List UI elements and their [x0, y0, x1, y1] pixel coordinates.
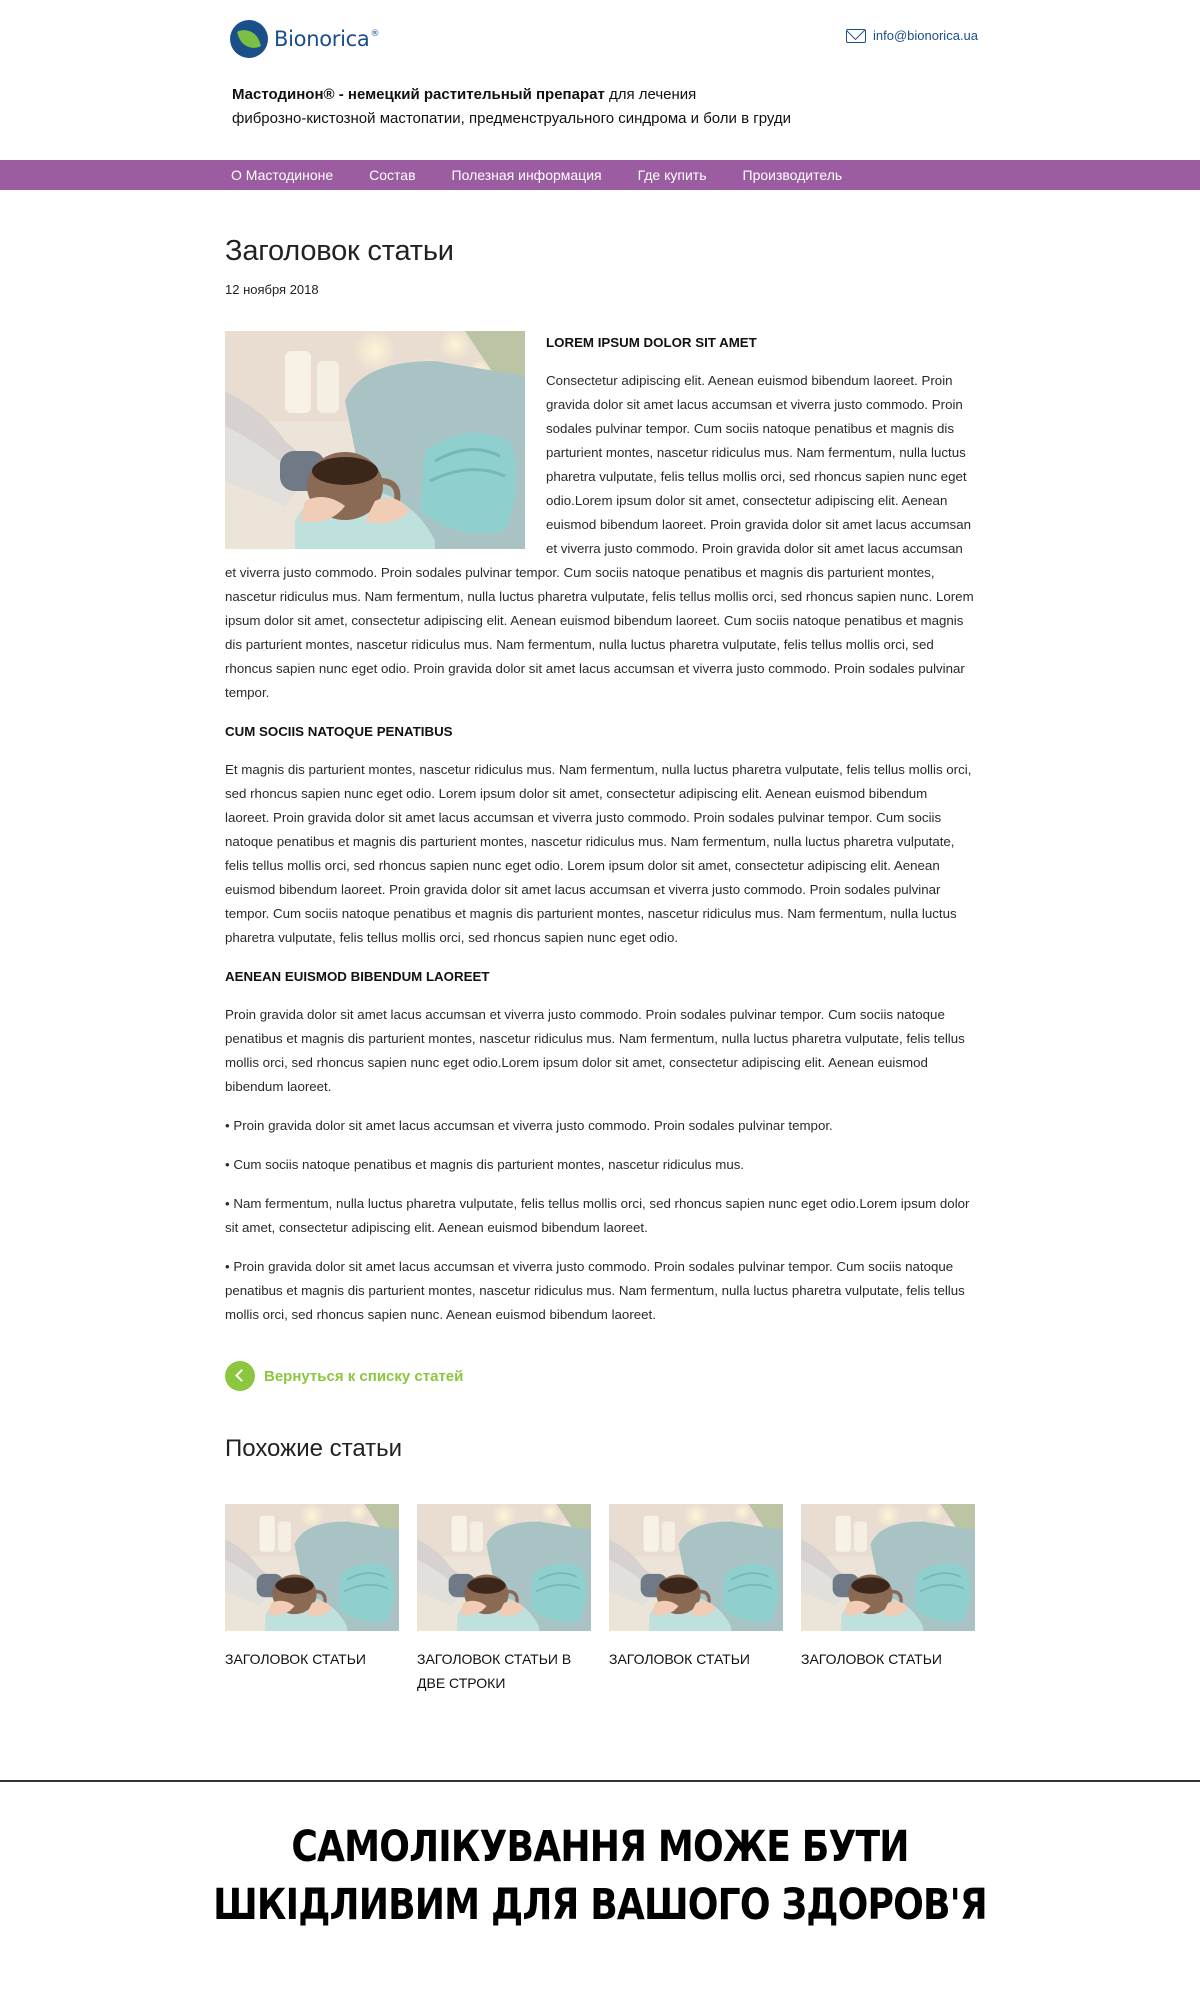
related-article-card[interactable]: Заголовок статьи — [801, 1504, 975, 1695]
back-to-articles-link[interactable]: Вернуться к списку статей — [225, 1361, 975, 1391]
header-tagline: Мастодинон® - немецкий растительный преп… — [232, 83, 952, 131]
section-heading: CUM SOCIIS NATOQUE PENATIBUS — [225, 724, 453, 739]
back-link-label: Вернуться к списку статей — [264, 1367, 464, 1385]
brand-logo[interactable]: Bionorica® — [230, 20, 379, 58]
contact-email-link[interactable]: info@bionorica.ua — [846, 28, 978, 43]
related-article-thumbnail[interactable] — [225, 1504, 399, 1631]
bullet-item: • Cum sociis natoque penatibus et magnis… — [225, 1157, 745, 1172]
tagline-bold: Мастодинон® - немецкий растительный преп… — [232, 86, 605, 103]
nav-item-about[interactable]: О Мастодиноне — [231, 167, 333, 183]
related-article-card[interactable]: Заголовок статьи в две строки — [417, 1504, 591, 1695]
article-main-image — [225, 331, 525, 549]
related-articles-title: Похожие статьи — [225, 1435, 403, 1462]
section-heading: AENEAN EUISMOD BIBENDUM LAOREET — [225, 969, 490, 984]
nav-item-where-to-buy[interactable]: Где купить — [638, 167, 707, 183]
warning-line-2: ШКІДЛИВИМ ДЛЯ ВАШОГО ЗДОРОВ'Я — [213, 1880, 988, 1930]
related-article-thumbnail[interactable] — [417, 1504, 591, 1631]
article-paragraph: Proin gravida dolor sit amet lacus accum… — [225, 1007, 965, 1094]
footer-divider — [0, 1780, 1200, 1782]
nav-item-useful-info[interactable]: Полезная информация — [452, 167, 602, 183]
related-article-thumbnail[interactable] — [609, 1504, 783, 1631]
related-article-title[interactable]: Заголовок статьи в две строки — [417, 1647, 591, 1695]
email-link-text[interactable]: info@bionorica.ua — [873, 28, 978, 43]
related-article-card[interactable]: Заголовок статьи — [609, 1504, 783, 1695]
page-title: Заголовок статьи — [225, 235, 454, 267]
self-medication-warning: САМОЛІКУВАННЯ МОЖЕ БУТИ ШКІДЛИВИМ ДЛЯ ВА… — [96, 1818, 1104, 1934]
tagline-rest: для лечения — [604, 86, 697, 103]
tagline-line2: фиброзно-кистозной мастопатии, предменст… — [232, 110, 792, 127]
site-header: Bionorica® info@bionorica.ua Мастодинон®… — [0, 0, 1200, 160]
related-articles-grid: Заголовок статьи Заголовок статьи в две … — [225, 1504, 975, 1695]
leaf-logo-icon — [230, 20, 268, 58]
nav-item-manufacturer[interactable]: Производитель — [743, 167, 843, 183]
main-nav: О Мастодиноне Состав Полезная информация… — [0, 160, 1200, 190]
article-body: LOREM IPSUM DOLOR SIT AMET Consectetur a… — [225, 331, 975, 1327]
bullet-item: • Proin gravida dolor sit amet lacus acc… — [225, 1259, 965, 1322]
related-article-title[interactable]: Заголовок статьи — [225, 1647, 399, 1671]
warning-line-1: САМОЛІКУВАННЯ МОЖЕ БУТИ — [291, 1822, 909, 1872]
related-article-card[interactable]: Заголовок статьи — [225, 1504, 399, 1695]
article-paragraph: Et magnis dis parturient montes, nascetu… — [225, 762, 972, 945]
related-article-title[interactable]: Заголовок статьи — [801, 1647, 975, 1671]
related-article-title[interactable]: Заголовок статьи — [609, 1647, 783, 1671]
bullet-item: • Nam fermentum, nulla luctus pharetra v… — [225, 1196, 970, 1235]
envelope-icon — [846, 28, 867, 43]
article-content: Заголовок статьи 12 ноября 2018 LOREM IP… — [225, 190, 975, 1695]
nav-item-composition[interactable]: Состав — [369, 167, 415, 183]
article-date: 12 ноября 2018 — [225, 282, 319, 297]
logo-text: Bionorica® — [274, 27, 380, 51]
chevron-left-icon — [225, 1361, 255, 1391]
bullet-item: • Proin gravida dolor sit amet lacus acc… — [225, 1118, 833, 1133]
related-article-thumbnail[interactable] — [801, 1504, 975, 1631]
